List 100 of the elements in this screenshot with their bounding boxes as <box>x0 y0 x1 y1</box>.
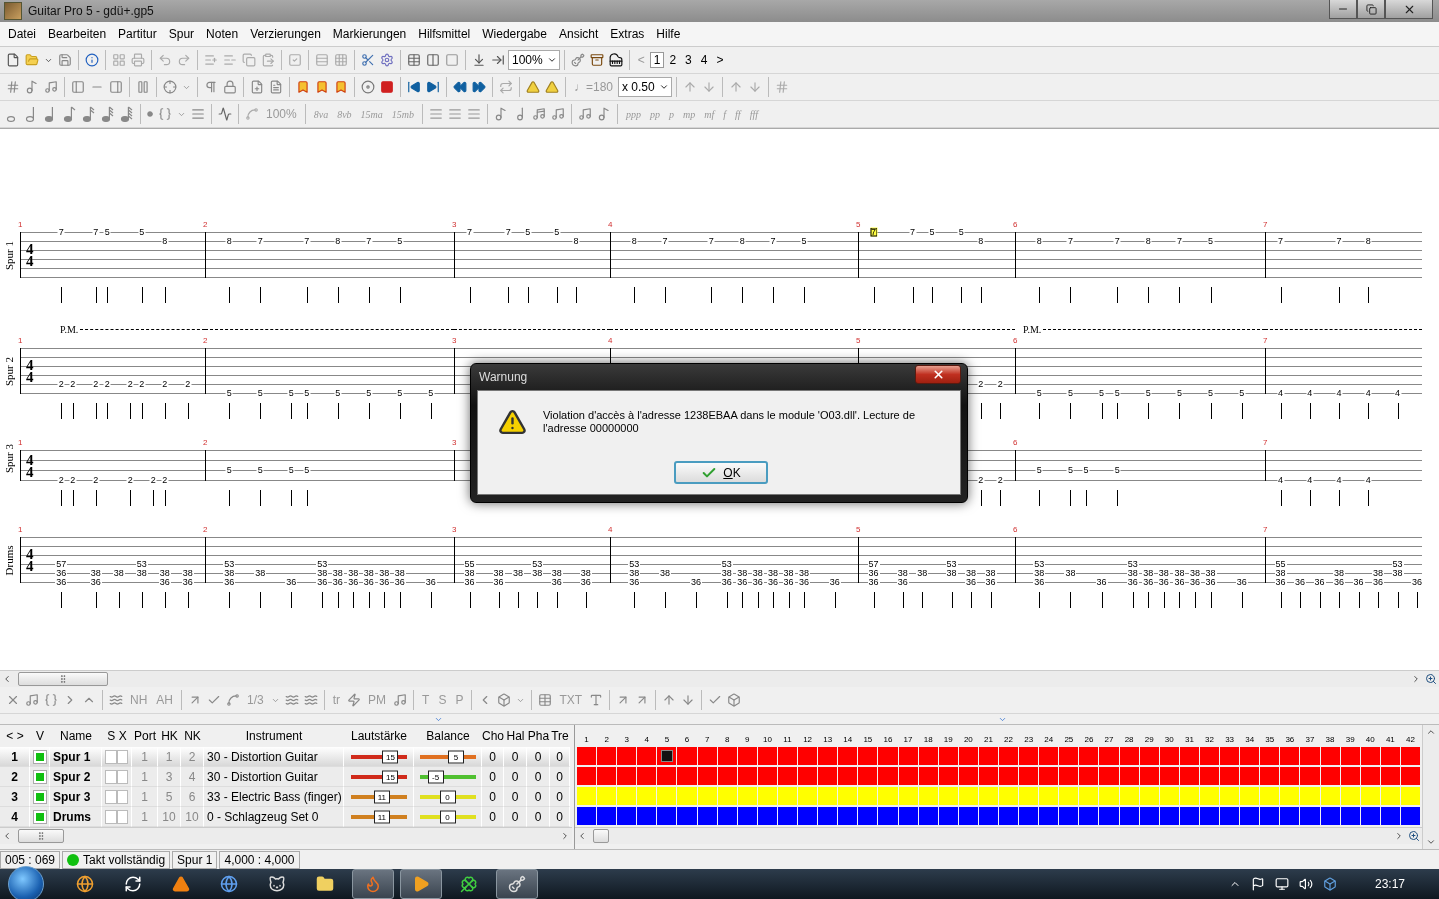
tab-fret-number[interactable]: 36 <box>89 577 102 587</box>
tab-fret-number[interactable]: 5 <box>256 465 264 475</box>
bar-cell[interactable] <box>677 767 697 785</box>
tab-fret-number[interactable]: 5 <box>553 227 561 237</box>
tab-fret-number[interactable]: 2 <box>161 379 169 389</box>
bar-cell[interactable] <box>1280 747 1300 765</box>
tab-fret-number[interactable]: 38 <box>347 568 360 578</box>
note-duration-icon[interactable] <box>63 106 77 122</box>
repeat-icon[interactable] <box>499 80 513 94</box>
tab-fret-number[interactable]: 36 <box>223 577 236 587</box>
page-button[interactable]: 2 <box>665 52 681 68</box>
bar-cell[interactable] <box>1400 787 1420 805</box>
bar-cell[interactable] <box>818 787 838 805</box>
bar-cell[interactable] <box>1340 807 1360 825</box>
tab-fret-number[interactable]: 2 <box>92 475 100 485</box>
tab-fret-number[interactable]: 4 <box>1277 475 1285 485</box>
bar-cell[interactable] <box>637 807 657 825</box>
tab-fret-number[interactable]: 53 <box>628 559 641 569</box>
tab-fret-number[interactable]: 36 <box>362 577 375 587</box>
bar-cell[interactable] <box>717 747 737 765</box>
table-icon[interactable] <box>407 53 421 67</box>
tab-fret-number[interactable]: 38 <box>1372 568 1385 578</box>
column-header[interactable]: S X <box>102 725 132 747</box>
tab-fret-number[interactable]: 38 <box>511 568 524 578</box>
clover-icon[interactable] <box>460 875 478 893</box>
bar-cell[interactable] <box>737 767 757 785</box>
arrow-right-icon[interactable] <box>491 53 505 67</box>
bar-cell[interactable] <box>1280 767 1300 785</box>
bar-cell[interactable] <box>1199 807 1220 825</box>
tab-fret-number[interactable]: 7 <box>504 227 512 237</box>
slider-thumb[interactable]: 0 <box>439 810 456 823</box>
double-bar-icon[interactable] <box>136 80 150 94</box>
wave-icon[interactable] <box>109 693 123 707</box>
arrow-right-icon[interactable] <box>1411 674 1421 684</box>
tab-fret-number[interactable]: 5 <box>287 465 295 475</box>
tab-fret-number[interactable]: 7 <box>1277 236 1285 246</box>
bar-cell[interactable] <box>1320 807 1340 825</box>
check-icon[interactable] <box>207 693 221 707</box>
tab-fret-number[interactable]: 36 <box>1235 577 1248 587</box>
tab-fret-number[interactable]: 7 <box>909 227 917 237</box>
tab-fret-number[interactable]: 38 <box>1173 568 1186 578</box>
bar-cell[interactable] <box>1340 767 1360 785</box>
tab-fret-number[interactable]: 36 <box>1372 577 1385 587</box>
bar-cell[interactable] <box>1019 767 1039 785</box>
tab-fret-number[interactable]: 38 <box>393 568 406 578</box>
tab-fret-number[interactable]: 53 <box>945 559 958 569</box>
bar-cell[interactable] <box>918 767 938 785</box>
bar-cell[interactable] <box>1300 747 1320 765</box>
bar-cell[interactable] <box>978 747 998 765</box>
bar-cell[interactable] <box>1199 747 1220 765</box>
tab-fret-number[interactable]: 38 <box>1188 568 1201 578</box>
tab-fret-number[interactable]: 36 <box>316 577 329 587</box>
tab-fret-number[interactable]: 5 <box>225 388 233 398</box>
bar-cell[interactable] <box>777 747 798 765</box>
tab-fret-number[interactable]: 38 <box>1157 568 1170 578</box>
fast-forward-icon[interactable] <box>472 80 486 94</box>
wave-icon[interactable] <box>303 693 318 707</box>
bar-cell[interactable] <box>1240 787 1260 805</box>
bar-cell[interactable] <box>697 747 717 765</box>
bar-cell[interactable] <box>938 767 958 785</box>
menu-item[interactable]: Bearbeiten <box>42 27 113 41</box>
bar-cell[interactable] <box>1380 787 1400 805</box>
tab-fret-number[interactable]: 2 <box>149 475 157 485</box>
bar-cell[interactable] <box>1360 787 1380 805</box>
bar-cell[interactable] <box>697 767 717 785</box>
tab-fret-number[interactable]: 5 <box>928 227 936 237</box>
bar-cell[interactable] <box>818 807 838 825</box>
type-icon[interactable] <box>589 693 604 707</box>
bar-cell[interactable] <box>1220 807 1240 825</box>
text-file-icon[interactable] <box>269 80 283 94</box>
bar-cell[interactable] <box>978 767 998 785</box>
note-duration-icon[interactable] <box>120 106 134 122</box>
bar-cell[interactable] <box>577 807 597 825</box>
tab-fret-number[interactable]: 5 <box>1207 236 1215 246</box>
bar-cell[interactable] <box>1039 787 1059 805</box>
column-header[interactable]: Instrument <box>204 725 344 747</box>
box-icon[interactable] <box>1322 877 1337 891</box>
solo-checkbox[interactable] <box>105 809 117 824</box>
bar-cell[interactable] <box>637 767 657 785</box>
bar-cell[interactable] <box>938 787 958 805</box>
tab-fret-number[interactable]: 2 <box>103 379 111 389</box>
tab-fret-number[interactable]: 36 <box>1294 577 1307 587</box>
column-header[interactable]: NK <box>181 725 204 747</box>
tab-fret-number[interactable]: 4 <box>1306 475 1314 485</box>
tab-fret-number[interactable]: 5 <box>1113 465 1121 475</box>
tab-fret-number[interactable]: 36 <box>1333 577 1346 587</box>
pilcrow-icon[interactable] <box>204 80 218 94</box>
tab-fret-number[interactable]: 2 <box>57 379 65 389</box>
tab-fret-number[interactable]: 53 <box>531 559 544 569</box>
arrow-left-icon[interactable] <box>2 831 12 841</box>
bar-cell[interactable] <box>1099 767 1119 785</box>
tab-fret-number[interactable]: 5 <box>396 388 404 398</box>
bar-cell[interactable] <box>1220 747 1240 765</box>
bar-cell[interactable] <box>1179 747 1199 765</box>
column-header[interactable]: Lautstärke <box>344 725 414 747</box>
tab-fret-number[interactable]: 36 <box>550 577 563 587</box>
tab-fret-number[interactable]: 2 <box>69 475 77 485</box>
folder-icon[interactable] <box>316 875 334 893</box>
tab-fret-number[interactable]: 36 <box>55 568 68 578</box>
bookmark-icon[interactable] <box>296 80 310 94</box>
